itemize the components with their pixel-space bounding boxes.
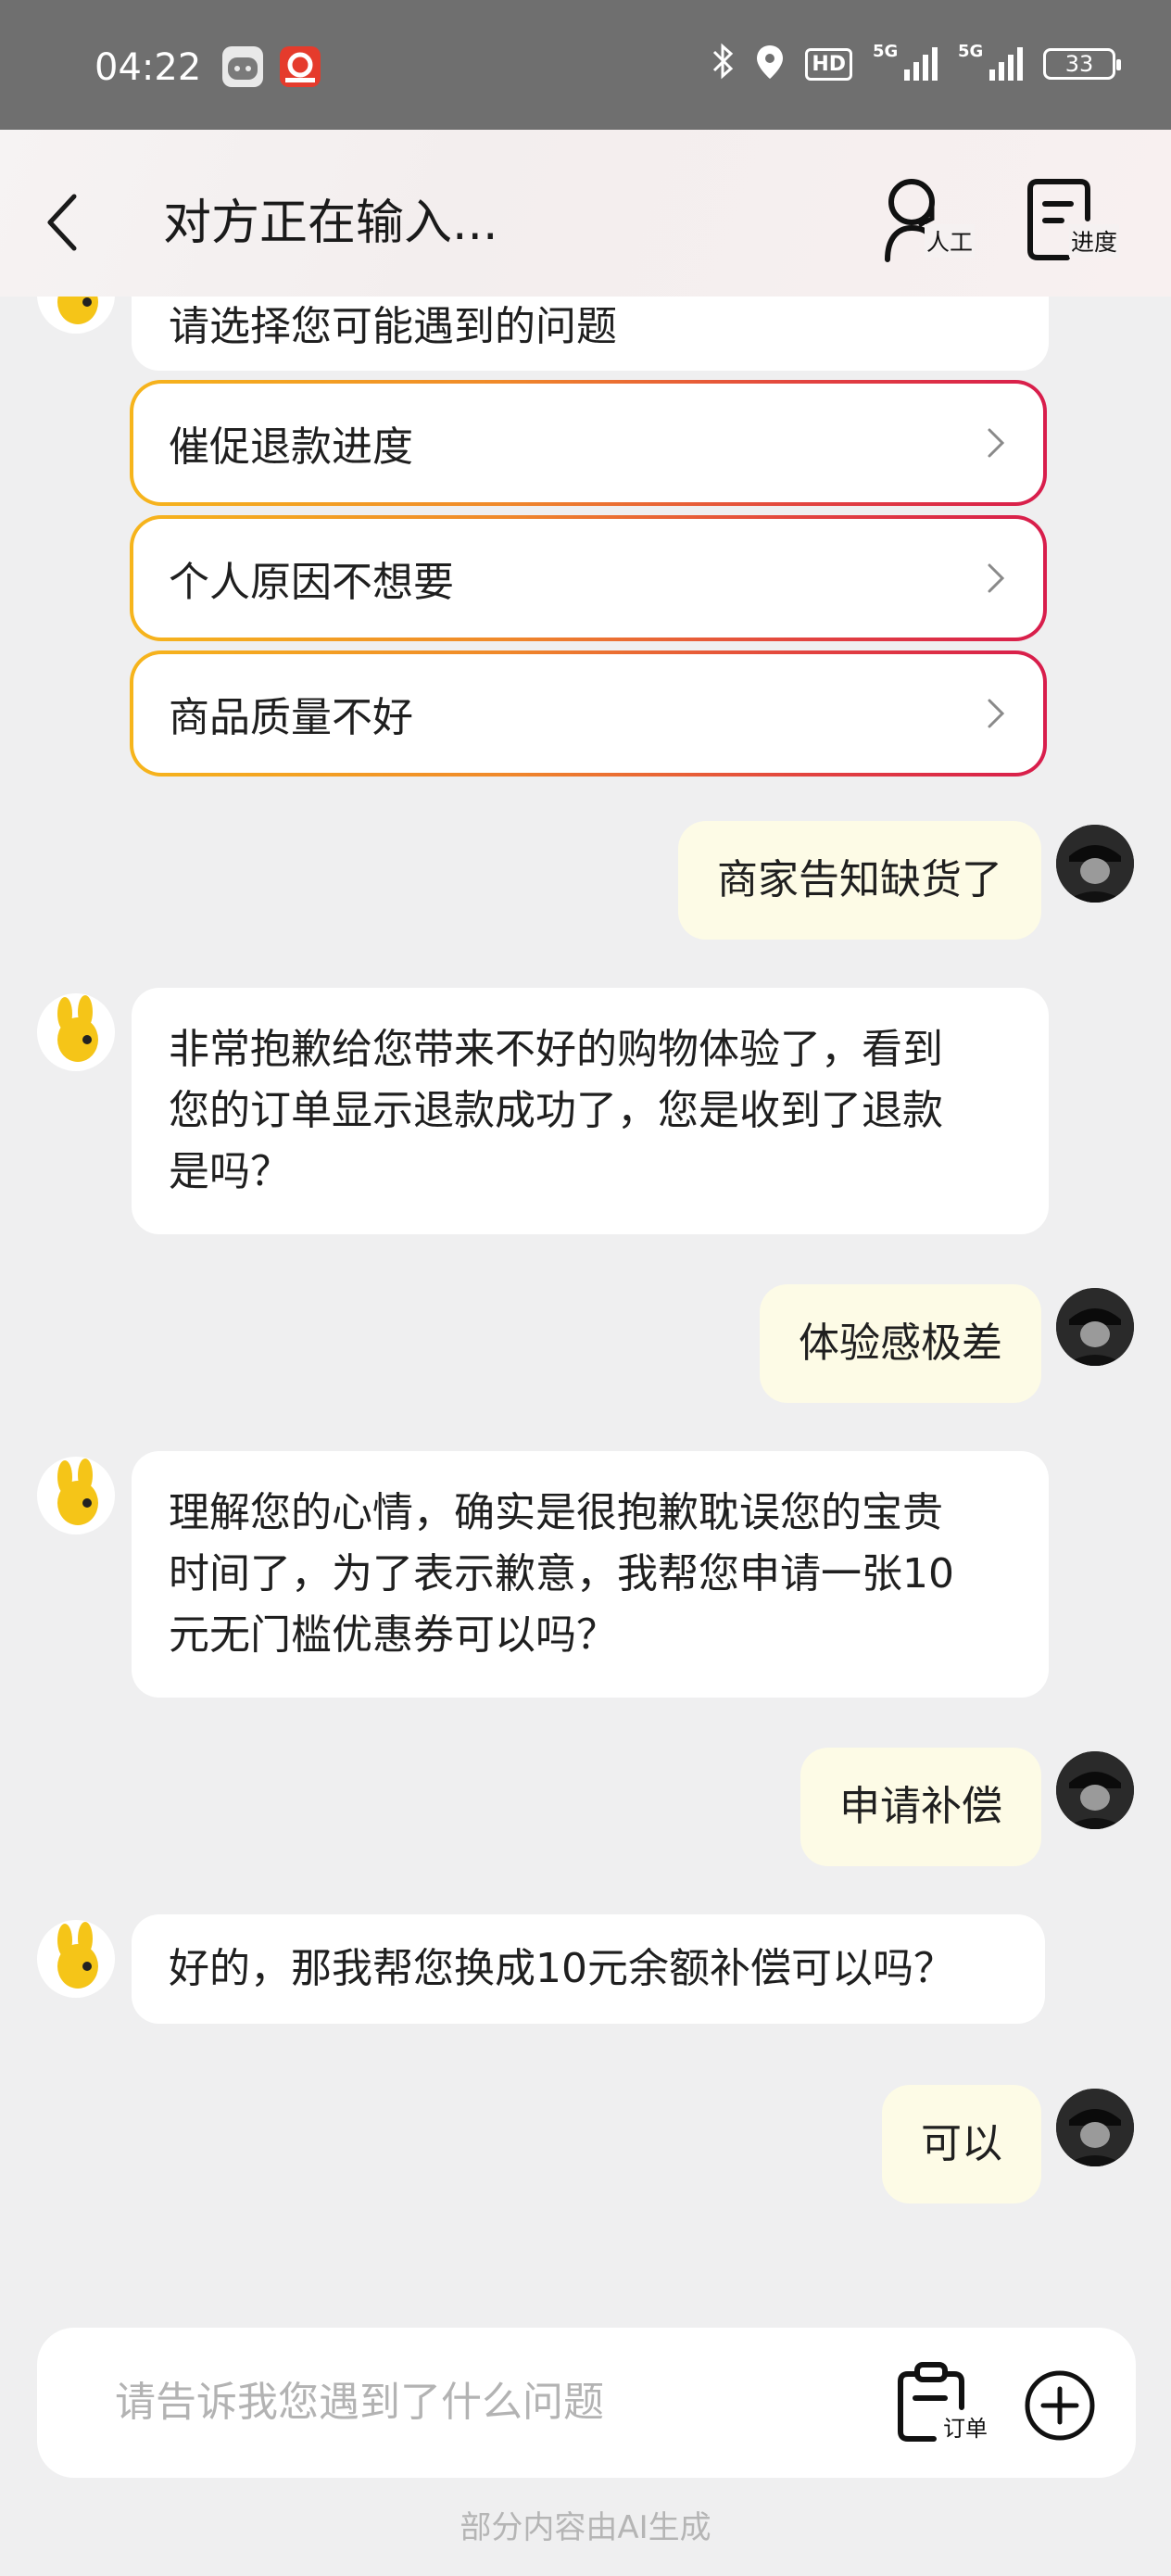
user-avatar [1056,2089,1134,2166]
option-label: 个人原因不想要 [169,559,454,606]
user-avatar [1056,1751,1134,1829]
user-message-bubble: 可以 [882,2085,1041,2203]
location-icon [755,44,785,84]
bot-avatar [37,297,115,334]
message-input[interactable] [115,2374,856,2430]
user-message-bubble: 申请补偿 [800,1748,1041,1866]
human-agent-label: 人工 [924,224,975,258]
message-line: 非常抱歉给您带来不好的购物体验了，看到 [169,1026,943,1073]
bot-avatar [37,1457,115,1534]
message-line: 好的，那我帮您换成10元余额补偿可以吗？ [169,1945,954,1992]
bot-message-bubble: 请选择您可能遇到的问题 [132,297,1049,371]
signal-icon: 5G [873,42,938,81]
signal-icon-2: 5G [958,42,1023,81]
option-poor-quality[interactable]: 商品质量不好 [130,650,1047,777]
option-label: 催促退款进度 [169,423,413,471]
status-time: 04:22 [94,46,202,89]
message-line: 理解您的心情，确实是很抱歉耽误您的宝贵 [169,1489,943,1536]
app-red-c-icon [280,46,321,87]
user-message-bubble: 商家告知缺货了 [678,821,1041,940]
message-line: 时间了，为了表示歉意，我帮您申请一张10 [169,1550,954,1597]
bluetooth-icon [711,43,735,85]
message-input-bar: 订单 [37,2328,1136,2478]
bot-message-bubble: 好的，那我帮您换成10元余额补偿可以吗？ [132,1914,1045,2024]
chat-header: 对方正在输入... 人工 进度 [0,130,1171,297]
option-personal-reason[interactable]: 个人原因不想要 [130,515,1047,641]
order-label: 订单 [943,2410,988,2443]
bot-avatar [37,993,115,1071]
message-line: 元无门槛优惠券可以吗？ [169,1611,617,1659]
message-line: 您的订单显示退款成功了，您是收到了退款 [169,1087,943,1134]
add-attachment-button[interactable] [1023,2368,1097,2443]
bot-message-bubble: 理解您的心情，确实是很抱歉耽误您的宝贵 时间了，为了表示歉意，我帮您申请一张10… [132,1451,1049,1698]
battery-icon: 33 [1043,48,1121,80]
plus-circle-icon [1025,2370,1095,2441]
user-avatar [1056,1288,1134,1366]
back-arrow-icon[interactable] [41,185,87,259]
status-bar: 04:22 HD 5G 5G 33 [0,0,1171,130]
app-robot-icon [222,46,263,87]
truncated-prompt-text: 请选择您可能遇到的问题 [169,303,617,350]
progress-label: 进度 [1068,224,1119,258]
hd-badge: HD [805,47,852,81]
chat-message-list[interactable]: 请选择您可能遇到的问题 催促退款进度 个人原因不想要 商品质量不好 商家告知缺货… [0,297,1171,2317]
ai-generated-note: 部分内容由AI生成 [460,2509,711,2546]
chevron-right-icon [988,563,1005,593]
message-text: 体验感极差 [799,1320,1002,1367]
message-text: 申请补偿 [839,1783,1002,1830]
user-message-bubble: 体验感极差 [760,1284,1041,1403]
bot-message-bubble: 非常抱歉给您带来不好的购物体验了，看到 您的订单显示退款成功了，您是收到了退款 … [132,988,1049,1234]
network-label-2: 5G [958,42,984,61]
option-urge-refund[interactable]: 催促退款进度 [130,380,1047,506]
network-label: 5G [873,42,899,61]
bot-avatar [37,1920,115,1998]
progress-button[interactable]: 进度 [1019,169,1121,271]
page-title: 对方正在输入... [163,196,498,251]
human-agent-button[interactable]: 人工 [875,169,976,271]
chevron-right-icon [988,699,1005,728]
chevron-right-icon [988,428,1005,458]
option-label: 商品质量不好 [169,694,413,741]
message-text: 可以 [921,2120,1002,2167]
user-avatar [1056,825,1134,903]
order-button[interactable]: 订单 [893,2361,988,2448]
message-text: 商家告知缺货了 [717,856,1002,903]
message-line: 是吗？ [169,1148,291,1195]
